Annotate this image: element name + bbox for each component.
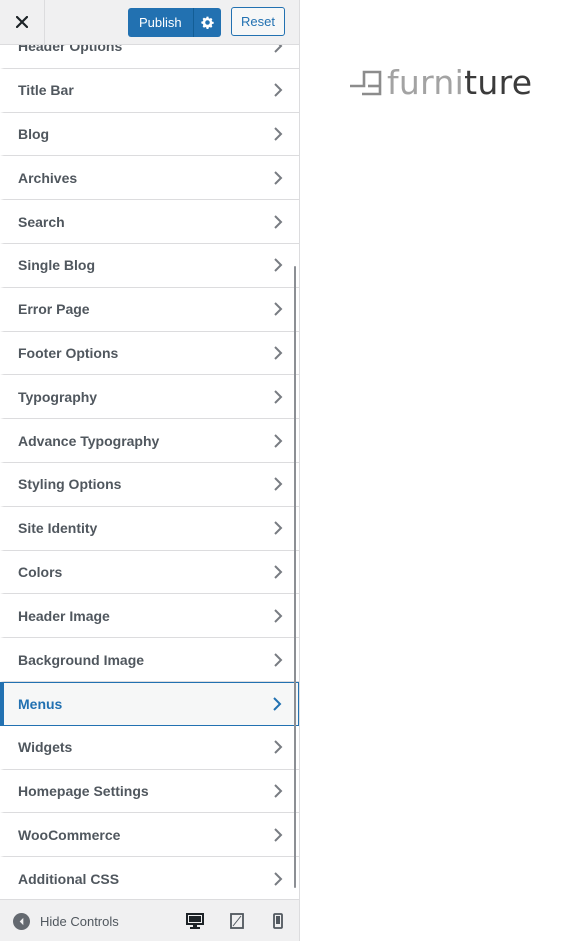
panel-item-label: Homepage Settings: [18, 782, 149, 799]
customizer-header: Publish Reset: [0, 0, 299, 45]
panel-item-site-identity[interactable]: Site Identity: [0, 506, 299, 551]
panel-item-styling-options[interactable]: Styling Options: [0, 462, 299, 507]
chevron-right-icon: [274, 609, 283, 623]
panel-item-title-bar[interactable]: Title Bar: [0, 68, 299, 113]
site-logo[interactable]: furniture: [350, 63, 532, 102]
panel-item-colors[interactable]: Colors: [0, 550, 299, 595]
desktop-preview-button[interactable]: [185, 912, 205, 930]
panel-item-search[interactable]: Search: [0, 200, 299, 244]
chevron-right-icon: [274, 390, 283, 404]
close-button[interactable]: [0, 0, 45, 44]
panel-item-label: Search: [18, 213, 65, 230]
chevron-right-icon: [274, 258, 283, 273]
panel-item-label: Styling Options: [18, 476, 122, 493]
chevron-right-icon: [274, 652, 283, 667]
site-preview: furniture: [300, 0, 571, 941]
panel-item-label: Error Page: [18, 301, 90, 318]
scrollbar[interactable]: [294, 266, 296, 888]
panel-item-blog[interactable]: Blog: [0, 112, 299, 157]
panel-item-additional-css[interactable]: Additional CSS: [0, 857, 299, 901]
logo-mark-icon: [350, 70, 382, 96]
chevron-right-icon: [274, 302, 283, 316]
reset-button[interactable]: Reset: [231, 7, 285, 36]
chevron-right-icon: [274, 214, 283, 229]
panel-item-woocommerce[interactable]: WooCommerce: [0, 813, 299, 858]
panel-item-footer-options[interactable]: Footer Options: [0, 331, 299, 376]
mobile-icon: [273, 913, 283, 929]
hide-controls-label: Hide Controls: [40, 913, 119, 929]
panel-item-label: Typography: [18, 388, 98, 405]
chevron-right-icon: [274, 171, 283, 185]
panel-list: Header Options Title Bar Blog Archives Searc…: [0, 25, 299, 901]
chevron-right-icon: [274, 784, 283, 798]
logo-text-dark: ture: [464, 62, 533, 102]
chevron-right-icon: [274, 828, 283, 842]
chevron-right-icon: [274, 477, 283, 492]
desktop-icon: [186, 913, 204, 929]
chevron-right-icon: [274, 433, 283, 448]
panel-item-label: Menus: [18, 695, 63, 712]
panel-item-menus[interactable]: Menus: [0, 681, 299, 726]
panel-item-label: Background Image: [18, 651, 145, 668]
panel-item-label: WooCommerce: [18, 826, 121, 843]
chevron-right-icon: [274, 346, 283, 360]
panel-item-single-blog[interactable]: Single Blog: [0, 243, 299, 288]
customizer-footer: Hide Controls: [0, 899, 299, 941]
panel-item-error-page[interactable]: Error Page: [0, 287, 299, 332]
panel-item-label: Blog: [18, 125, 50, 142]
gear-icon: [201, 16, 214, 29]
publish-button[interactable]: Publish: [128, 8, 194, 37]
tablet-preview-button[interactable]: [227, 912, 247, 930]
chevron-right-icon: [274, 83, 283, 97]
panel-item-label: Archives: [18, 169, 78, 186]
panel-item-label: Single Blog: [18, 257, 95, 274]
panel-item-label: Footer Options: [18, 344, 119, 361]
panel-item-label: Widgets: [18, 739, 73, 756]
hide-controls-button[interactable]: Hide Controls: [13, 900, 119, 941]
chevron-right-icon: [274, 871, 283, 886]
panel-item-label: Site Identity: [18, 520, 98, 537]
tablet-icon: [230, 913, 244, 929]
panel-item-widgets[interactable]: Widgets: [0, 725, 299, 770]
collapse-arrow-icon: [13, 912, 30, 930]
panel-item-header-image[interactable]: Header Image: [0, 594, 299, 639]
publish-settings-button[interactable]: [194, 8, 221, 37]
logo-wordmark: furniture: [387, 63, 532, 102]
chevron-right-icon: [274, 127, 283, 141]
chevron-right-icon: [273, 697, 282, 711]
logo-text-light: furni: [387, 62, 465, 102]
panel-item-advance-typography[interactable]: Advance Typography: [0, 419, 299, 463]
close-icon: [16, 16, 28, 28]
chevron-right-icon: [274, 565, 283, 579]
mobile-preview-button[interactable]: [268, 912, 288, 930]
panel-item-label: Additional CSS: [18, 870, 120, 887]
panel-item-typography[interactable]: Typography: [0, 375, 299, 420]
panel-item-homepage-settings[interactable]: Homepage Settings: [0, 769, 299, 814]
publish-group: Publish: [128, 8, 221, 37]
panel-item-label: Advance Typography: [18, 432, 160, 449]
panel-item-archives[interactable]: Archives: [0, 156, 299, 201]
customizer-sidebar: Header Options Title Bar Blog Archives Searc…: [0, 0, 300, 941]
chevron-right-icon: [274, 521, 283, 535]
panel-item-label: Header Image: [18, 607, 110, 624]
chevron-right-icon: [274, 740, 283, 754]
panel-item-background-image[interactable]: Background Image: [0, 638, 299, 682]
panel-item-label: Colors: [18, 563, 63, 580]
panel-item-label: Title Bar: [18, 82, 74, 99]
